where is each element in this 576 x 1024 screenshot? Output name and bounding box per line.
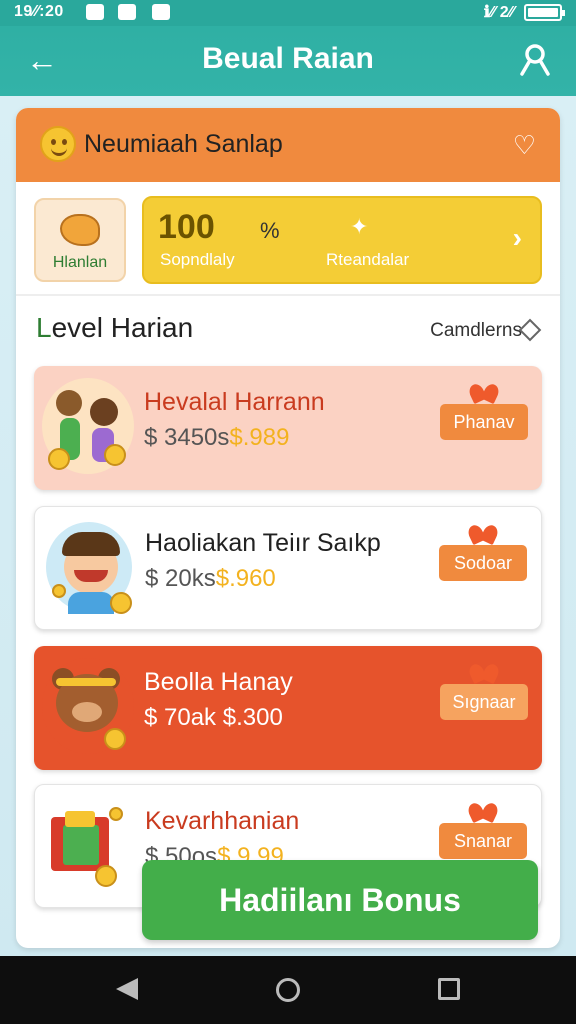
chevron-right-icon: ›	[512, 222, 522, 253]
message-icon	[152, 4, 170, 20]
bear-avatar	[42, 658, 134, 754]
gift-box-avatar	[43, 797, 135, 893]
nav-home-icon[interactable]	[276, 978, 300, 1002]
smiley-icon	[40, 126, 76, 162]
gift-bow-icon	[466, 382, 502, 404]
signal-text: ℹ∕∕ 2∕∕	[483, 4, 514, 21]
claim-button[interactable]: Phanav	[440, 404, 528, 440]
claim-button[interactable]: Sodoar	[439, 545, 527, 581]
profile-name: Neumiaah Sanlap	[84, 130, 283, 158]
status-time: 19∕∕:20	[14, 3, 64, 20]
heart-icon[interactable]: ♡	[513, 130, 536, 161]
status-icons: ℹ∕∕ 2∕∕	[483, 2, 565, 22]
status-bar: 19∕∕:20 ℹ∕∕ 2∕∕	[0, 0, 576, 26]
boy-avatar	[43, 519, 135, 615]
daily-tile-label: Hlanlan	[52, 254, 108, 271]
reward-row[interactable]: Haoliakan Teiır Saıkp $ 20ks$.960 Sodoar	[34, 506, 542, 630]
battery-icon	[524, 3, 565, 21]
notification-icon	[86, 4, 104, 20]
reward-title: Hevalal Harrann	[144, 388, 325, 416]
points-value: 100	[158, 208, 215, 246]
kids-avatar	[42, 378, 134, 474]
reward-title: Beolla Hanay	[144, 668, 293, 696]
reward-title: Kevarhhanian	[145, 807, 300, 835]
calendar-link[interactable]: Camdlerns	[430, 320, 522, 342]
diamond-icon	[518, 318, 542, 342]
profile-header: Neumiaah Sanlap ♡	[16, 108, 560, 182]
heart-badge-icon	[60, 214, 100, 246]
level-title: Level Harian	[36, 312, 194, 343]
sparkle-icon: ✦	[350, 214, 369, 239]
reward-value: $ 70ak $.300	[144, 704, 283, 731]
points-sublabel: Sopndlaly	[160, 250, 235, 269]
divider	[16, 294, 560, 296]
system-nav-bar	[0, 956, 576, 1024]
claim-button[interactable]: Sıgnaar	[440, 684, 528, 720]
main-card: Neumiaah Sanlap ♡ Hlanlan 100 % Sopndlal…	[16, 108, 560, 948]
points-tile[interactable]: 100 % Sopndlaly ✦ Rteandalar ›	[142, 196, 542, 284]
gift-bow-icon	[466, 662, 502, 684]
reward-sublabel: Rteandalar	[326, 250, 410, 269]
nav-recents-icon[interactable]	[438, 978, 460, 1000]
user-icon[interactable]	[518, 42, 552, 76]
gift-bow-icon	[465, 801, 501, 823]
reward-value: $ 20ks$.960	[145, 565, 276, 592]
nav-back-icon[interactable]	[116, 978, 138, 1000]
reward-value: $ 3450s$.989	[144, 424, 290, 451]
reward-title: Haoliakan Teiır Saıkp	[145, 529, 381, 557]
reward-row[interactable]: Beolla Hanay $ 70ak $.300 Sıgnaar	[34, 646, 542, 770]
claim-button[interactable]: Snanar	[439, 823, 527, 859]
gift-bow-icon	[465, 523, 501, 545]
page-title: Beual Raian	[202, 42, 374, 75]
reward-row[interactable]: Hevalal Harrann $ 3450s$.989 Phanav	[34, 366, 542, 490]
app-bar: ← Beual Raian	[0, 26, 576, 96]
points-symbol: %	[260, 218, 280, 243]
notification-icon	[118, 4, 136, 20]
daily-tile[interactable]: Hlanlan	[34, 198, 126, 282]
bonus-button[interactable]: Hadiilanı Bonus	[142, 860, 538, 940]
